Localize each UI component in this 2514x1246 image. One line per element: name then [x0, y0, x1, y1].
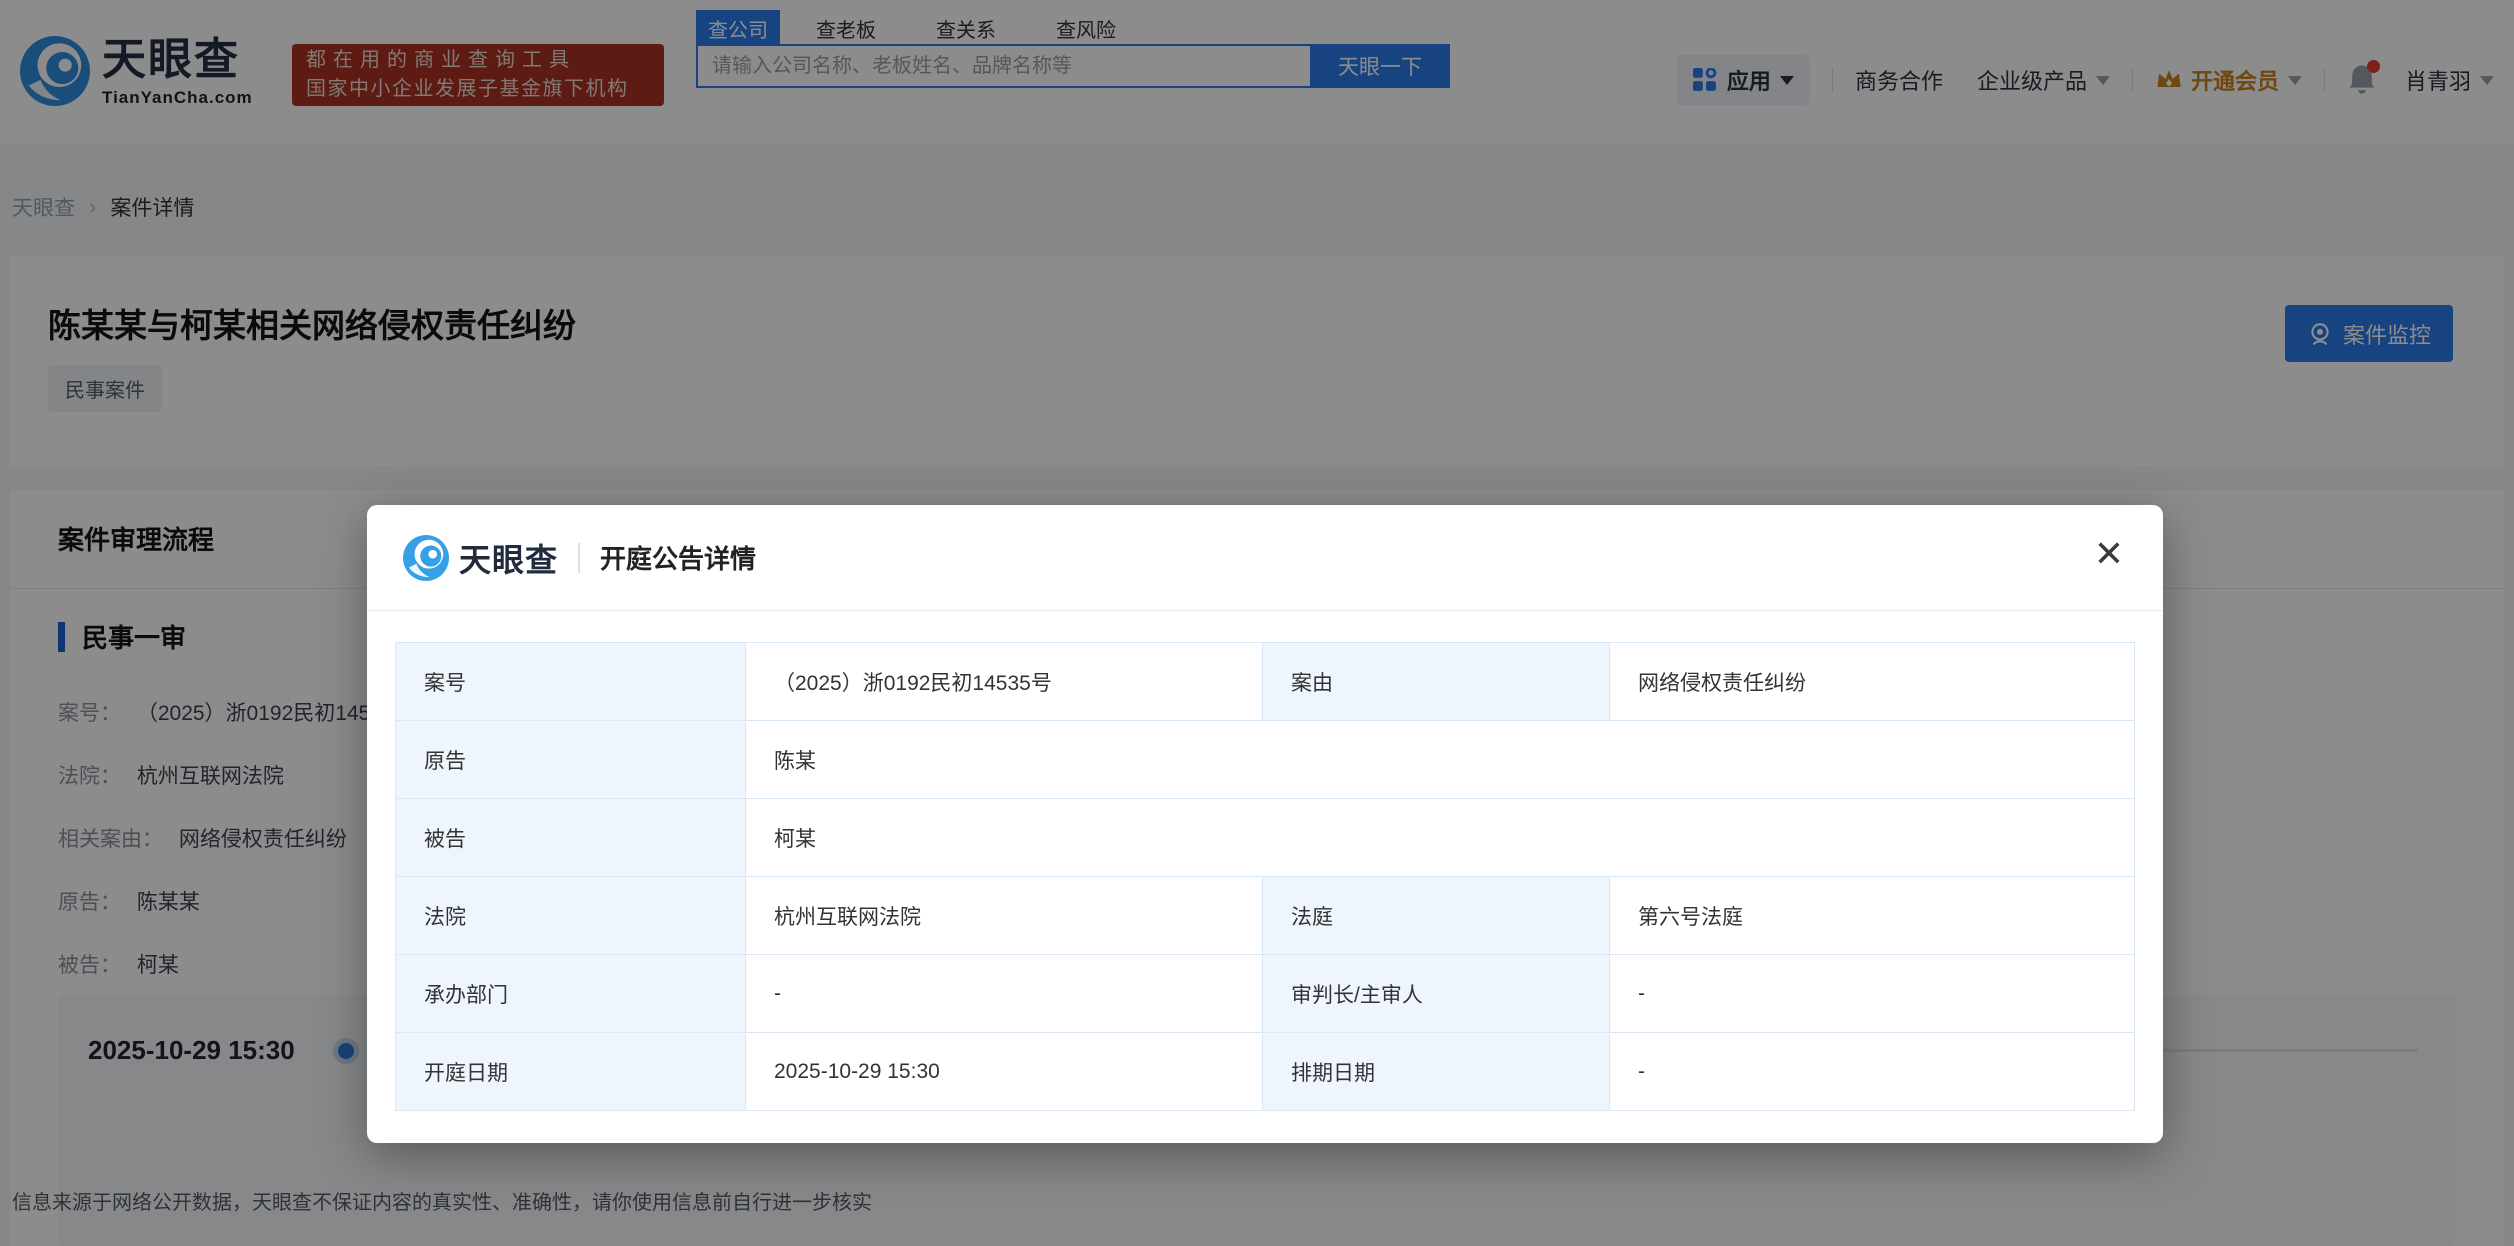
modal-logo-divider — [578, 542, 581, 573]
cell-value: 陈某 — [745, 720, 2135, 799]
cell-value: 柯某 — [745, 798, 2135, 877]
cell-value: 第六号法庭 — [1609, 876, 2135, 955]
table-row: 法院 杭州互联网法院 法庭 第六号法庭 — [395, 876, 2135, 955]
modal-body: 案号 （2025）浙0192民初14535号 案由 网络侵权责任纠纷 原告 陈某… — [367, 611, 2163, 1111]
cell-label: 法院 — [395, 876, 746, 955]
close-icon[interactable]: ✕ — [2085, 529, 2133, 577]
table-row: 开庭日期 2025-10-29 15:30 排期日期 - — [395, 1032, 2135, 1111]
cell-label: 原告 — [395, 720, 746, 799]
modal-header: 天眼查 开庭公告详情 ✕ — [367, 505, 2163, 611]
cell-value: 2025-10-29 15:30 — [745, 1032, 1263, 1111]
cell-label: 排期日期 — [1262, 1032, 1610, 1111]
cell-label: 开庭日期 — [395, 1032, 746, 1111]
cell-value: 网络侵权责任纠纷 — [1609, 642, 2135, 721]
tianyancha-eye-icon — [403, 534, 449, 581]
modal-tianyancha-logo: 天眼查 — [403, 534, 559, 581]
cell-value: - — [1609, 1032, 2135, 1111]
cell-label: 案号 — [395, 642, 746, 721]
cell-value: 杭州互联网法院 — [745, 876, 1263, 955]
cell-label: 法庭 — [1262, 876, 1610, 955]
cell-label: 案由 — [1262, 642, 1610, 721]
hearing-detail-table: 案号 （2025）浙0192民初14535号 案由 网络侵权责任纠纷 原告 陈某… — [395, 642, 2135, 1111]
table-row: 被告 柯某 — [395, 798, 2135, 877]
modal-brand-name: 天眼查 — [459, 541, 559, 578]
table-row: 原告 陈某 — [395, 720, 2135, 799]
cell-value: （2025）浙0192民初14535号 — [745, 642, 1263, 721]
cell-label: 承办部门 — [395, 954, 746, 1033]
table-row: 承办部门 - 审判长/主审人 - — [395, 954, 2135, 1033]
cell-label: 审判长/主审人 — [1262, 954, 1610, 1033]
cell-value: - — [745, 954, 1263, 1033]
modal-title: 开庭公告详情 — [600, 544, 757, 574]
hearing-detail-modal: 天眼查 开庭公告详情 ✕ 案号 （2025）浙0192民初14535号 案由 网… — [367, 505, 2163, 1143]
table-row: 案号 （2025）浙0192民初14535号 案由 网络侵权责任纠纷 — [395, 642, 2135, 721]
cell-label: 被告 — [395, 798, 746, 877]
cell-value: - — [1609, 954, 2135, 1033]
